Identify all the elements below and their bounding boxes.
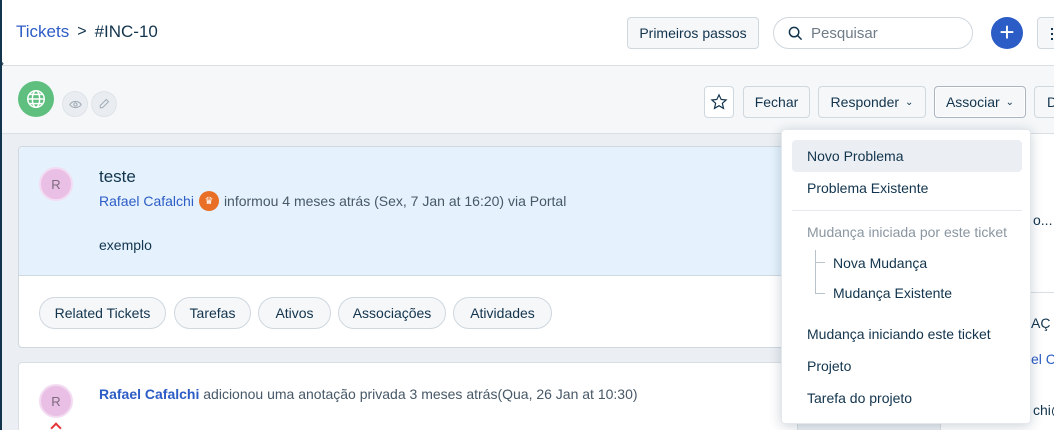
new-item-button[interactable]: + bbox=[991, 17, 1023, 49]
panel-link[interactable]: el Ca bbox=[1031, 351, 1054, 367]
more-actions-button[interactable]: D bbox=[1034, 86, 1054, 118]
menu-heading-mudanca-iniciada: Mudança iniciada por este ticket bbox=[807, 224, 1007, 240]
breadcrumb-tickets-link[interactable]: Tickets bbox=[16, 22, 69, 42]
edit-pencil-icon[interactable] bbox=[91, 91, 117, 117]
menu-divider bbox=[792, 210, 1022, 211]
menu-item-tarefa-projeto[interactable]: Tarefa do projeto bbox=[807, 390, 912, 406]
panel-heading: AÇ bbox=[1031, 315, 1051, 331]
note-author-link[interactable]: Rafael Cafalchi bbox=[99, 386, 199, 402]
star-button[interactable] bbox=[704, 86, 734, 118]
tree-branch bbox=[815, 262, 825, 263]
star-icon bbox=[710, 93, 728, 110]
avatar[interactable]: R bbox=[39, 384, 73, 418]
panel-text-1: o... bbox=[1033, 212, 1053, 228]
associate-button[interactable]: Associar ⌄ bbox=[934, 86, 1026, 118]
breadcrumb: Tickets > #INC-10 bbox=[16, 22, 158, 42]
breadcrumb-current: #INC-10 bbox=[94, 22, 158, 41]
ticket-body: exemplo bbox=[99, 237, 152, 253]
associate-button-label: Associar bbox=[945, 94, 1000, 110]
apps-menu-button[interactable] bbox=[1037, 17, 1054, 49]
ticket-meta: Rafael Cafalchi ♛ informou 4 meses atrás… bbox=[99, 191, 566, 211]
watch-eye-icon[interactable] bbox=[62, 91, 88, 117]
breadcrumb-separator: > bbox=[77, 23, 87, 40]
panel-email: chi@ bbox=[1033, 402, 1054, 418]
note-meta: Rafael Cafalchi adicionou uma anotação p… bbox=[99, 386, 638, 402]
associate-dropdown-menu: Novo Problema Problema Existente Mudança… bbox=[781, 129, 1031, 424]
menu-item-mudanca-iniciando[interactable]: Mudança iniciando este ticket bbox=[807, 326, 991, 342]
crown-icon: ♛ bbox=[198, 191, 219, 211]
menu-item-nova-mudanca[interactable]: Nova Mudança bbox=[833, 255, 927, 271]
avatar[interactable]: R bbox=[39, 167, 73, 201]
tab-associacoes[interactable]: Associações bbox=[338, 297, 446, 329]
tab-atividades[interactable]: Atividades bbox=[453, 297, 552, 329]
ticket-title: teste bbox=[99, 167, 136, 186]
menu-item-problema-existente[interactable]: Problema Existente bbox=[807, 180, 928, 196]
reply-button[interactable]: Responder ⌄ bbox=[818, 86, 926, 118]
close-ticket-button[interactable]: Fechar bbox=[743, 86, 810, 118]
search-icon bbox=[788, 26, 803, 40]
reply-button-label: Responder bbox=[830, 94, 900, 110]
tab-ativos[interactable]: Ativos bbox=[258, 297, 331, 329]
note-meta-text: adicionou uma anotação privada 3 meses a… bbox=[203, 386, 638, 402]
tab-related-tickets[interactable]: Related Tickets bbox=[39, 297, 166, 329]
chevron-down-icon: ⌄ bbox=[1005, 96, 1015, 108]
ticket-meta-text: informou 4 meses atrás (Sex, 7 Jan at 16… bbox=[223, 193, 567, 209]
tree-line bbox=[815, 250, 816, 294]
menu-item-projeto[interactable]: Projeto bbox=[807, 358, 851, 374]
source-globe-icon bbox=[18, 81, 54, 117]
menu-item-mudanca-existente[interactable]: Mudança Existente bbox=[833, 285, 952, 301]
tab-tarefas[interactable]: Tarefas bbox=[174, 297, 251, 329]
getting-started-button[interactable]: Primeiros passos bbox=[627, 17, 759, 49]
requester-link[interactable]: Rafael Cafalchi bbox=[99, 193, 194, 209]
tree-branch bbox=[815, 293, 825, 294]
list-icon bbox=[1051, 28, 1053, 40]
menu-item-novo-problema[interactable]: Novo Problema bbox=[792, 140, 1022, 172]
chevron-down-icon: ⌄ bbox=[905, 96, 914, 108]
search-input[interactable] bbox=[811, 24, 961, 42]
search-box[interactable] bbox=[773, 17, 973, 49]
